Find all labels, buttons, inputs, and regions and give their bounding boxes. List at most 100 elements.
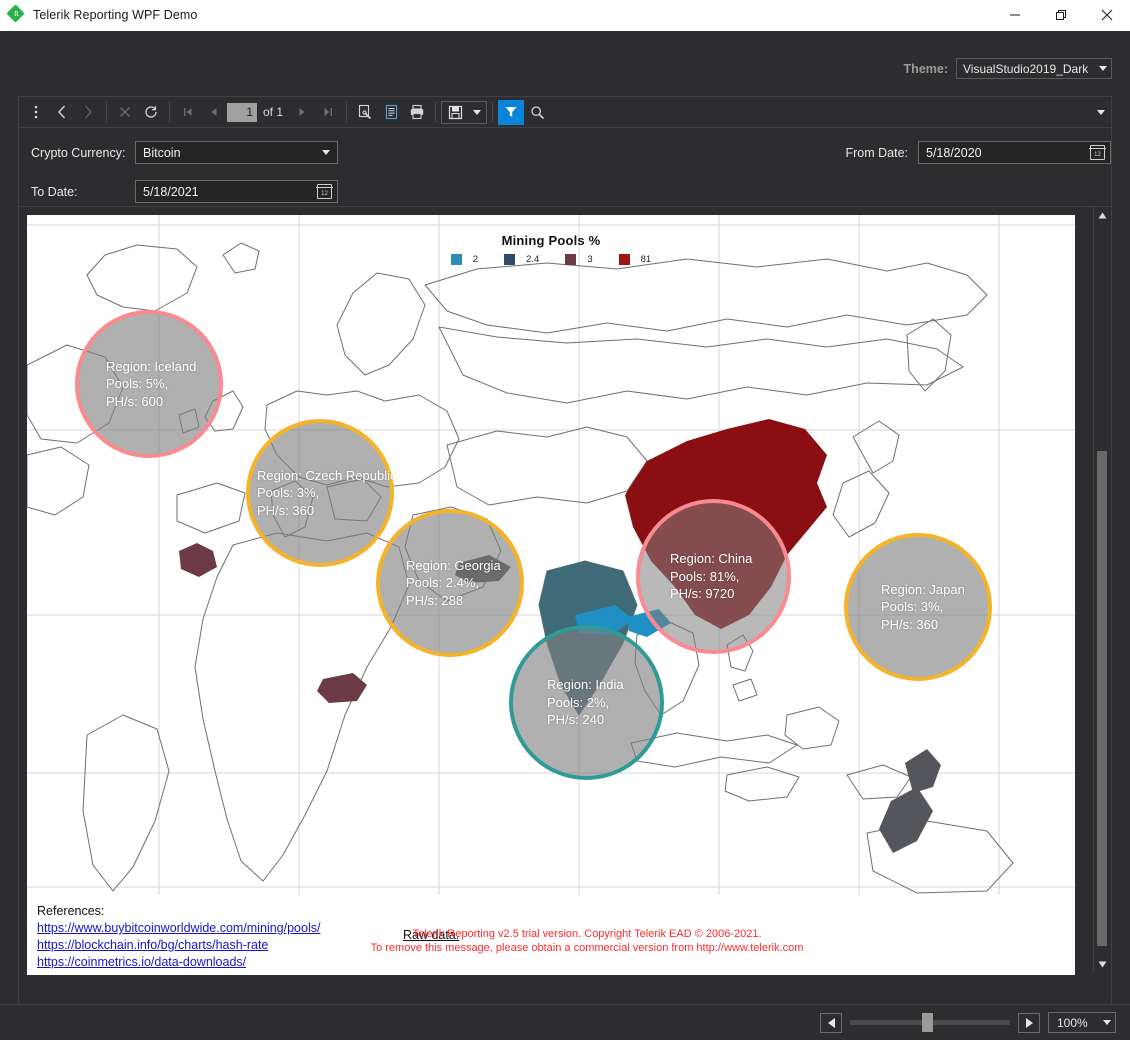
bubble-region: Region: Iceland [106, 358, 197, 374]
parameters-panel: Crypto Currency: Bitcoin To Date: 5/18/2… [19, 128, 1111, 207]
zoom-slider-thumb[interactable] [922, 1013, 933, 1032]
trial-line-1: Telerik Reporting v2.5 trial version. Co… [412, 928, 762, 940]
restore-icon[interactable] [1038, 0, 1084, 30]
export-group [441, 100, 488, 125]
chevron-down-icon [1103, 1020, 1111, 1025]
minimize-icon[interactable] [992, 0, 1038, 30]
to-date-label: To Date: [31, 185, 78, 199]
export-dropdown-caret-icon[interactable] [468, 100, 486, 125]
calendar-icon[interactable] [1089, 145, 1106, 160]
scroll-up-arrow-icon[interactable] [1094, 207, 1110, 223]
reference-link[interactable]: https://coinmetrics.io/data-downloads/ [37, 954, 320, 971]
previous-page-icon[interactable] [201, 100, 227, 125]
toolbar-divider [435, 102, 437, 122]
references-block: References: https://www.buybitcoinworldw… [37, 903, 320, 971]
print-icon[interactable] [404, 100, 430, 125]
reference-link[interactable]: https://www.buybitcoinworldwide.com/mini… [37, 920, 320, 937]
from-date-input[interactable]: 5/18/2020 [918, 141, 1111, 164]
references-heading: References: [37, 904, 105, 918]
report-page: Mining Pools % 2 2.4 3 81 Region: Icelan… [27, 215, 1075, 975]
bubble-phs: PH/s: 240 [547, 712, 605, 728]
from-date-label: From Date: [845, 146, 908, 160]
bubble-region: Region: India [547, 677, 624, 693]
refresh-icon[interactable] [138, 100, 164, 125]
bubble-phs: PH/s: 360 [257, 502, 315, 518]
bubble-region: Region: Japan [881, 581, 965, 597]
map-bubble-iceland[interactable]: Region: Iceland Pools: 5%, PH/s: 600 [75, 310, 223, 458]
zoom-in-arrow-icon[interactable] [1018, 1012, 1040, 1033]
bubble-pools: Pools: 2.4%, [406, 575, 479, 591]
to-date-value: 5/18/2021 [143, 184, 199, 199]
zoom-bar: 100% [0, 1004, 1130, 1040]
page-setup-icon[interactable] [352, 100, 378, 125]
bubble-region: Region: Georgia [406, 557, 501, 573]
calendar-icon[interactable] [316, 184, 333, 199]
zoom-level-dropdown[interactable]: 100% [1048, 1012, 1116, 1033]
theme-label: Theme: [903, 61, 948, 76]
bubble-pools: Pools: 3%, [257, 485, 320, 501]
zoom-out-arrow-icon[interactable] [820, 1012, 842, 1033]
world-map: Mining Pools % 2 2.4 3 81 Region: Icelan… [27, 215, 1075, 895]
telerik-diamond-icon: R [6, 4, 26, 24]
crypto-currency-value: Bitcoin [143, 145, 181, 160]
export-save-icon[interactable] [442, 100, 468, 125]
search-icon[interactable] [524, 100, 550, 125]
theme-selector-row: Theme: VisualStudio2019_Dark [904, 58, 1112, 79]
theme-value: VisualStudio2019_Dark [963, 61, 1089, 76]
bubble-pools: Pools: 3%, [881, 599, 944, 615]
toolbar-overflow-icon[interactable] [1093, 109, 1105, 115]
trial-notice: Telerik Reporting v2.5 trial version. Co… [327, 927, 847, 955]
bubble-phs: PH/s: 600 [106, 393, 164, 409]
zoom-level-value: 100% [1057, 1015, 1088, 1030]
title-bar: R Telerik Reporting WPF Demo [0, 0, 1130, 31]
from-date-value: 5/18/2020 [926, 145, 982, 160]
navigate-forward-icon[interactable] [75, 100, 101, 125]
window-title: Telerik Reporting WPF Demo [33, 8, 198, 22]
toolbar-divider [346, 102, 348, 122]
toolbar-divider [492, 102, 494, 122]
chevron-down-icon [1099, 66, 1107, 71]
crypto-currency-label: Crypto Currency: [31, 146, 126, 160]
scrollbar-thumb[interactable] [1097, 451, 1107, 946]
stop-icon[interactable] [112, 100, 138, 125]
scroll-down-arrow-icon[interactable] [1094, 956, 1110, 972]
report-viewer: 1 of 1 Crypto Currency: Bitcoin To Date:… [18, 96, 1112, 1006]
trial-line-2: To remove this message, please obtain a … [370, 942, 804, 954]
theme-dropdown[interactable]: VisualStudio2019_Dark [956, 58, 1112, 79]
map-bubble-japan[interactable]: Region: Japan Pools: 3%, PH/s: 360 [844, 533, 992, 681]
bubble-phs: PH/s: 288 [406, 592, 464, 608]
bubble-phs: PH/s: 360 [881, 616, 939, 632]
bubble-phs: PH/s: 9720 [670, 586, 735, 602]
bubble-pools: Pools: 81%, [670, 568, 740, 584]
map-bubble-czech-republic[interactable]: Region: Czech Republic Pools: 3%, PH/s: … [246, 419, 397, 567]
map-bubble-georgia[interactable]: Region: Georgia Pools: 2.4%, PH/s: 288 [376, 509, 524, 657]
document-map-icon[interactable] [378, 100, 404, 125]
next-page-icon[interactable] [289, 100, 315, 125]
bubble-pools: Pools: 2%, [547, 694, 610, 710]
chevron-down-icon [322, 150, 330, 155]
report-canvas: Mining Pools % 2 2.4 3 81 Region: Icelan… [19, 207, 1111, 975]
window-controls [992, 0, 1130, 30]
page-number-input[interactable]: 1 [227, 102, 257, 122]
bubble-pools: Pools: 5%, [106, 376, 169, 392]
bubble-region: Region: China [670, 551, 753, 567]
page-count-label: of 1 [263, 105, 284, 119]
first-page-icon[interactable] [175, 100, 201, 125]
map-bubble-china[interactable]: Region: China Pools: 81%, PH/s: 9720 [636, 499, 791, 654]
reference-link[interactable]: https://blockchain.info/bg/charts/hash-r… [37, 937, 320, 954]
application-window: R Telerik Reporting WPF Demo Theme: Visu… [0, 0, 1130, 1040]
map-bubble-india[interactable]: Region: India Pools: 2%, PH/s: 240 [509, 625, 664, 780]
close-icon[interactable] [1084, 0, 1130, 30]
zoom-slider-track[interactable] [850, 1013, 1010, 1032]
toolbar-divider [169, 102, 170, 122]
last-page-icon[interactable] [315, 100, 341, 125]
vertical-scrollbar[interactable] [1093, 207, 1110, 972]
menu-icon[interactable] [23, 100, 49, 125]
bubble-region: Region: Czech Republic [257, 467, 397, 483]
to-date-input[interactable]: 5/18/2021 [135, 180, 338, 203]
report-toolbar: 1 of 1 [19, 97, 1111, 128]
filter-icon[interactable] [498, 99, 525, 125]
navigate-back-icon[interactable] [49, 100, 75, 125]
toolbar-divider [106, 102, 107, 122]
crypto-currency-dropdown[interactable]: Bitcoin [135, 141, 338, 164]
